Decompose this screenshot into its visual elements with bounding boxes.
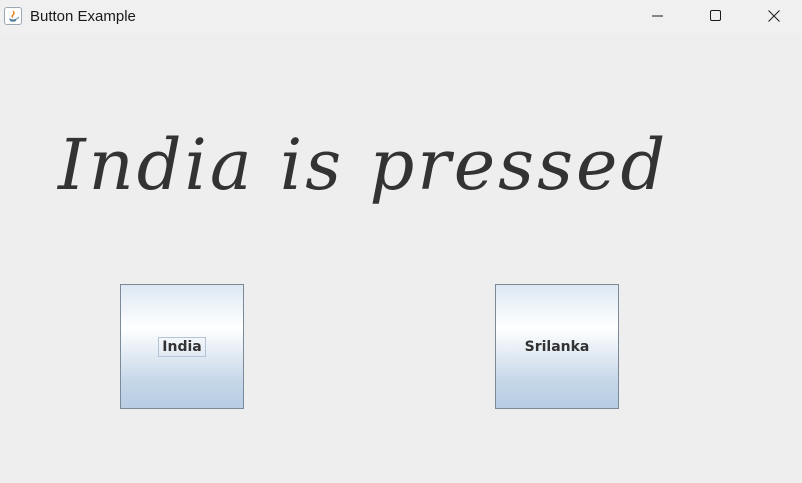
maximize-button[interactable] [687, 0, 745, 32]
title-bar[interactable]: Button Example [0, 0, 802, 34]
minimize-icon [652, 15, 663, 17]
srilanka-button-label: Srilanka [524, 338, 590, 355]
content-pane: India is pressed India Srilanka [0, 34, 802, 483]
status-label: India is pressed [58, 124, 669, 206]
window-title: Button Example [30, 8, 136, 25]
india-button[interactable]: India [120, 284, 244, 409]
close-button[interactable] [745, 0, 802, 32]
maximize-icon [710, 10, 721, 21]
india-button-label: India [158, 336, 206, 357]
close-icon [768, 10, 780, 22]
java-icon[interactable] [4, 7, 22, 25]
srilanka-button[interactable]: Srilanka [495, 284, 619, 409]
minimize-button[interactable] [629, 0, 687, 32]
